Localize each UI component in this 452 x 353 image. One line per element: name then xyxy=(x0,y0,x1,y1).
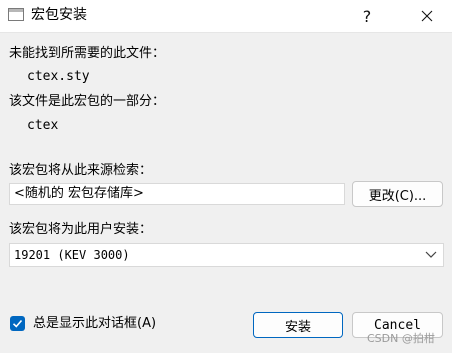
package-name: ctex xyxy=(27,118,59,133)
source-label: 该宏包将从此来源检索： xyxy=(9,163,153,178)
window-title: 宏包安装 xyxy=(31,7,87,23)
install-button[interactable]: 安装 xyxy=(253,312,343,338)
title-bar: 宏包安装 ? xyxy=(0,0,452,33)
install-for-label: 该宏包将为此用户安装： xyxy=(9,222,153,237)
package-install-dialog: 宏包安装 ? 未能找到所需要的此文件： ctex.sty 该文件是此宏包的一部分… xyxy=(0,0,452,353)
user-select-value: 19201 (KEV 3000) xyxy=(14,248,130,262)
check-icon xyxy=(12,319,23,328)
watermark: CSDN @拍柑 xyxy=(367,332,435,345)
package-heading: 该文件是此宏包的一部分： xyxy=(9,94,166,109)
source-field[interactable]: <随机的 宏包存储库> xyxy=(9,183,345,205)
chevron-down-icon xyxy=(425,251,437,258)
help-button[interactable]: ? xyxy=(344,0,390,32)
always-show-checkbox[interactable] xyxy=(10,316,25,331)
always-show-label[interactable]: 总是显示此对话框(A) xyxy=(33,316,156,332)
change-source-button[interactable]: 更改(C)... xyxy=(352,181,443,207)
missing-file-heading: 未能找到所需要的此文件： xyxy=(9,46,166,61)
user-select[interactable]: 19201 (KEV 3000) xyxy=(9,243,444,267)
close-button[interactable] xyxy=(404,0,450,32)
window-icon xyxy=(8,8,24,21)
close-icon xyxy=(421,10,433,22)
missing-file-name: ctex.sty xyxy=(27,69,90,84)
